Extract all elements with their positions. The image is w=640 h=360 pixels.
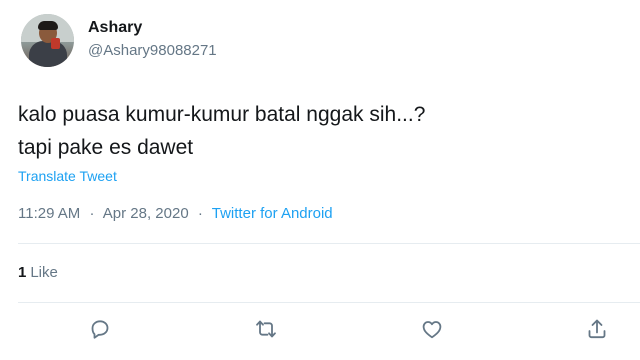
divider — [18, 302, 640, 303]
likes-count: 1 — [18, 264, 27, 281]
likes-label: Like — [30, 264, 58, 281]
avatar-cup — [51, 38, 60, 49]
divider — [18, 243, 640, 244]
translate-tweet-link[interactable]: Translate Tweet — [18, 167, 117, 185]
avatar[interactable] — [21, 14, 74, 67]
avatar-body — [29, 41, 67, 67]
heart-icon — [420, 317, 444, 346]
author-display-name[interactable]: Ashary — [88, 18, 142, 38]
tweet-text: kalo puasa kumur-kumur batal nggak sih..… — [18, 98, 425, 164]
tweet-meta: 11:29 AM · Apr 28, 2020 · Twitter for An… — [18, 204, 333, 224]
reply-icon — [88, 317, 112, 346]
share-button[interactable] — [583, 317, 611, 345]
like-button[interactable] — [418, 317, 446, 345]
tweet-text-line: kalo puasa kumur-kumur batal nggak sih..… — [18, 103, 426, 126]
author-handle[interactable]: @Ashary98088271 — [88, 41, 217, 61]
retweet-icon — [254, 317, 278, 346]
tweet-source-link[interactable]: Twitter for Android — [212, 205, 333, 222]
tweet-card: Ashary @Ashary98088271 kalo puasa kumur-… — [0, 0, 640, 360]
likes-stat[interactable]: 1 Like — [18, 263, 58, 283]
avatar-hair — [38, 21, 58, 30]
share-icon — [585, 317, 609, 346]
retweet-button[interactable] — [252, 317, 280, 345]
tweet-text-line: tapi pake es dawet — [18, 136, 194, 159]
meta-separator: · — [89, 205, 95, 222]
tweet-time[interactable]: 11:29 AM — [18, 205, 80, 222]
reply-button[interactable] — [86, 317, 114, 345]
tweet-date[interactable]: Apr 28, 2020 — [103, 205, 189, 222]
meta-separator: · — [197, 205, 203, 222]
